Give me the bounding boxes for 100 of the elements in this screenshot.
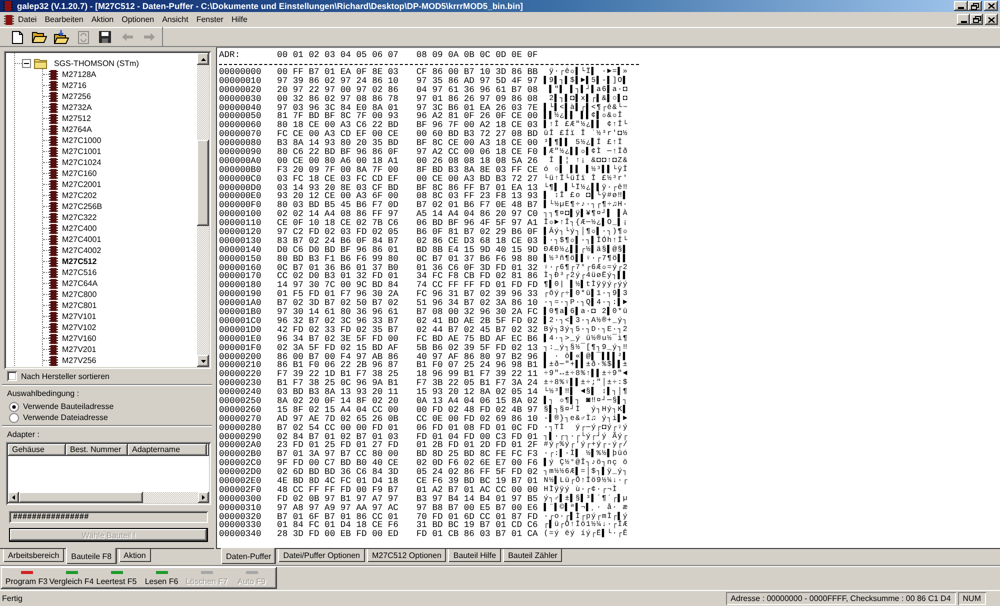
hex-bytes: 97 35 86 AD 97 5D 4F 97 bbox=[416, 76, 538, 86]
tree-item[interactable]: M2764A bbox=[62, 125, 92, 134]
tree-item[interactable]: M27C801 bbox=[62, 301, 97, 310]
row-address: 000002B0 bbox=[219, 450, 262, 460]
row-address: 00000260 bbox=[219, 406, 262, 415]
tree-item[interactable]: M2732A bbox=[62, 103, 92, 112]
chip-icon bbox=[49, 290, 58, 300]
hex-bytes: 01 F5 FD 01 F7 96 30 2A bbox=[277, 290, 398, 300]
column-header[interactable]: Gehäuse bbox=[8, 444, 66, 456]
row-address: 00000310 bbox=[219, 504, 262, 513]
tree-item[interactable]: M27C800 bbox=[62, 290, 97, 299]
radio-button[interactable] bbox=[9, 402, 19, 412]
tree-item[interactable]: M2716 bbox=[62, 81, 86, 90]
tree-item[interactable]: M27V102 bbox=[62, 323, 96, 332]
tree-item[interactable]: M27C516 bbox=[62, 268, 97, 277]
hex-bytes: B1 F7 38 25 0C 96 9A B1 bbox=[277, 379, 398, 388]
restore-button[interactable] bbox=[968, 1, 982, 11]
hex-bytes: 00 CE 00 80 A6 00 18 A1 bbox=[277, 156, 398, 166]
tree-item[interactable]: M27C202 bbox=[62, 191, 97, 200]
hex-bytes: 02 0D F6 02 6E E7 00 F6 bbox=[416, 459, 538, 468]
menu-item[interactable]: Fenster bbox=[192, 15, 228, 24]
caret-right-icon bbox=[202, 495, 205, 500]
hex-bytes: 83 B7 02 24 B6 0F 84 B7 bbox=[277, 236, 398, 246]
menu-item[interactable]: Hilfe bbox=[227, 15, 252, 24]
tab[interactable]: Daten-Puffer bbox=[221, 548, 276, 564]
tree-item[interactable]: M27V101 bbox=[62, 312, 96, 321]
tree-item[interactable]: M27V160 bbox=[62, 334, 96, 343]
menu-item[interactable]: Optionen bbox=[118, 15, 158, 24]
hex-bytes: BF 8C 86 FF B7 01 EA 13 bbox=[416, 184, 538, 192]
radio-button[interactable] bbox=[9, 412, 19, 422]
scrollbar[interactable] bbox=[197, 53, 209, 367]
hex-bytes: AD 97 AE 7D 02 65 26 0B bbox=[277, 414, 398, 424]
scroll-right-button[interactable] bbox=[198, 492, 209, 503]
checkbox[interactable] bbox=[7, 371, 17, 381]
tree-item[interactable]: M27V256 bbox=[62, 356, 96, 365]
chip-icon bbox=[49, 334, 58, 344]
action-button[interactable]: Lesen F6 bbox=[139, 568, 184, 588]
tree-item[interactable]: M27C1000 bbox=[62, 136, 102, 145]
scrollbar[interactable] bbox=[8, 492, 209, 503]
minimize-button[interactable] bbox=[957, 14, 970, 25]
action-button[interactable]: Program F3 bbox=[4, 568, 49, 588]
tree-item[interactable]: M27256 bbox=[62, 92, 91, 101]
tree-item[interactable]: M27C160 bbox=[62, 169, 97, 178]
tree-item[interactable]: M27V201 bbox=[62, 345, 96, 354]
tree-item[interactable]: M27C4002 bbox=[62, 246, 102, 255]
tab[interactable]: Datei/Puffer Optionen bbox=[278, 548, 366, 562]
device-tree[interactable] bbox=[4, 51, 211, 369]
tree-item[interactable]: M27C400 bbox=[62, 224, 97, 233]
tree-item[interactable]: M27C256B bbox=[62, 202, 102, 211]
action-button[interactable]: Leertest F5 bbox=[94, 568, 139, 588]
tab[interactable]: Aktion bbox=[118, 548, 151, 562]
tree-item[interactable]: M27C512 bbox=[62, 257, 97, 266]
restore-button[interactable] bbox=[970, 14, 983, 25]
hex-bytes: 03 BD B3 8A 13 93 20 11 bbox=[277, 388, 398, 397]
close-button[interactable] bbox=[984, 1, 998, 11]
tab[interactable]: Bauteil Zähler bbox=[503, 548, 562, 562]
scrollbar-thumb[interactable] bbox=[197, 140, 209, 226]
action-button[interactable]: Vergleich F4 bbox=[49, 568, 94, 588]
close-button[interactable] bbox=[985, 14, 998, 25]
menu-item[interactable]: Datei bbox=[14, 15, 41, 24]
column-header[interactable]: Adaptername bbox=[128, 444, 207, 456]
tab[interactable]: Bauteile F8 bbox=[66, 548, 117, 564]
scroll-up-button[interactable] bbox=[197, 53, 209, 65]
hex-bytes: D0 C6 D0 BD BF 96 86 01 bbox=[277, 246, 398, 255]
folder-arrow-icon bbox=[54, 30, 68, 44]
row-address: 000002C0 bbox=[219, 459, 262, 468]
chip-icon bbox=[49, 212, 58, 222]
tree-item[interactable]: SGS-THOMSON (STm) bbox=[54, 59, 139, 68]
hex-bytes: 08 8C 03 FF 23 F8 13 93 bbox=[416, 192, 538, 202]
tree-item[interactable]: M27C64A bbox=[62, 279, 98, 288]
tree-item[interactable]: M27C2001 bbox=[62, 180, 102, 189]
tree-item[interactable]: M27C1001 bbox=[62, 147, 102, 156]
hex-bytes: 00 FF B7 01 EA 0F 8E 03 bbox=[277, 68, 398, 77]
hex-bytes: 42 FD 02 33 FD 02 35 B7 bbox=[277, 326, 398, 335]
scrollbar-thumb[interactable] bbox=[19, 492, 143, 503]
tab[interactable]: M27C512 Optionen bbox=[367, 548, 446, 562]
row-address: 00000250 bbox=[219, 396, 262, 406]
hex-bytes: B7 02 01 B6 F7 0E 48 B7 bbox=[416, 201, 538, 210]
hex-bytes: B7 01 3A 97 B7 CC 80 00 bbox=[277, 450, 398, 460]
tree-item[interactable]: M27C322 bbox=[62, 213, 97, 222]
adapter-table[interactable]: Gehäuse Best. Nummer Adaptername bbox=[6, 442, 211, 505]
menu-item[interactable]: Bearbeiten bbox=[40, 15, 88, 24]
tree-item[interactable]: M27128A bbox=[62, 70, 96, 79]
chip-icon bbox=[49, 246, 58, 256]
scroll-left-button[interactable] bbox=[8, 492, 19, 503]
chip-icon bbox=[49, 158, 58, 168]
section-label: Adapter : bbox=[6, 429, 40, 440]
collapse-icon[interactable] bbox=[22, 59, 31, 68]
tree-item[interactable]: M27512 bbox=[62, 114, 91, 123]
chip-icon bbox=[49, 70, 58, 80]
minimize-button[interactable] bbox=[954, 1, 968, 11]
tab[interactable]: Bauteil Hilfe bbox=[448, 548, 502, 562]
hex-bytes: 01 2B FD 01 2D FD 01 2F bbox=[416, 441, 538, 450]
menu-item[interactable]: Ansicht bbox=[158, 15, 192, 24]
tree-item[interactable]: M27C1024 bbox=[62, 158, 102, 167]
tree-item[interactable]: M27C4001 bbox=[62, 235, 102, 244]
tab[interactable]: Arbeitsbereich bbox=[3, 548, 64, 562]
scroll-down-button[interactable] bbox=[197, 355, 209, 367]
menu-item[interactable]: Aktion bbox=[87, 15, 118, 24]
column-header[interactable]: Best. Nummer bbox=[66, 444, 128, 456]
